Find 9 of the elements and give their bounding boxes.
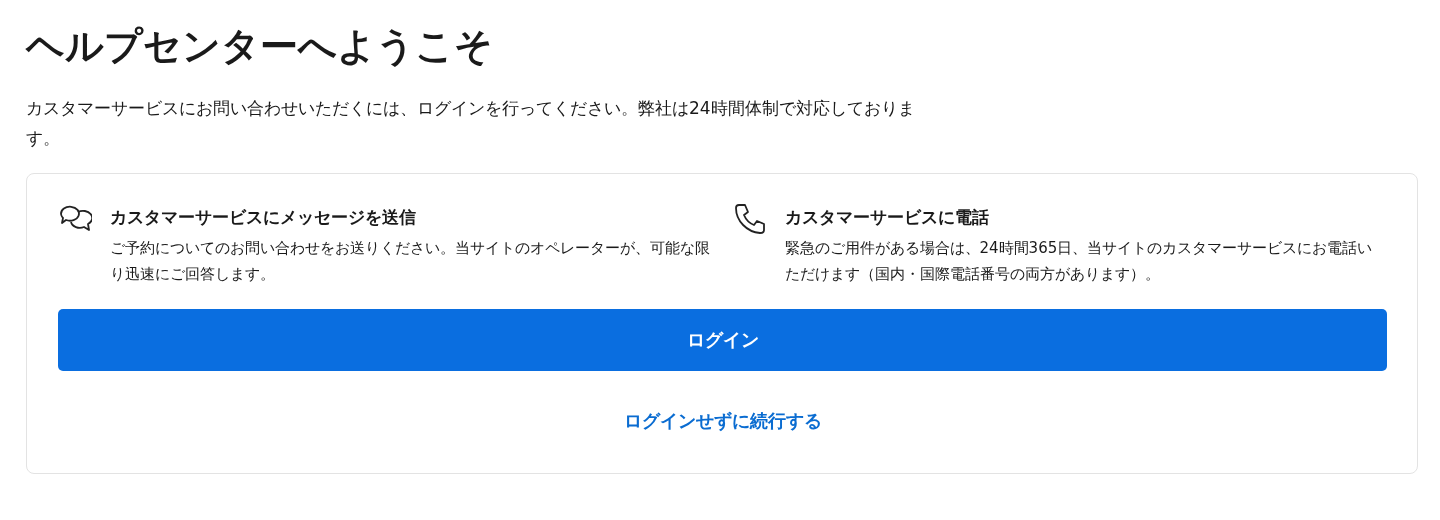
option-description: ご予約についてのお問い合わせをお送りください。当サイトのオペレーターが、可能な限り迅速にご回答します。 [110,238,711,286]
phone-icon [732,202,767,237]
option-description: 緊急のご用件がある場合は、24時間365日、当サイトのカスタマーサービスにお電話いただけます（国内・国際電話番号の両方があります）。 [784,238,1374,286]
option-heading: カスタマーサービスにメッセージを送信 [110,206,417,230]
option-heading: カスタマーサービスに電話 [784,206,990,230]
continue-without-login-link[interactable]: ログインせずに続行する [623,409,822,434]
intro-text: カスタマーサービスにお問い合わせいただくには、ログインを行ってください。弊社は24時間体制で対応しております。 [26,97,916,151]
login-button[interactable]: ログイン [58,309,1387,372]
page-title: ヘルプセンターへようこそ [26,23,494,70]
